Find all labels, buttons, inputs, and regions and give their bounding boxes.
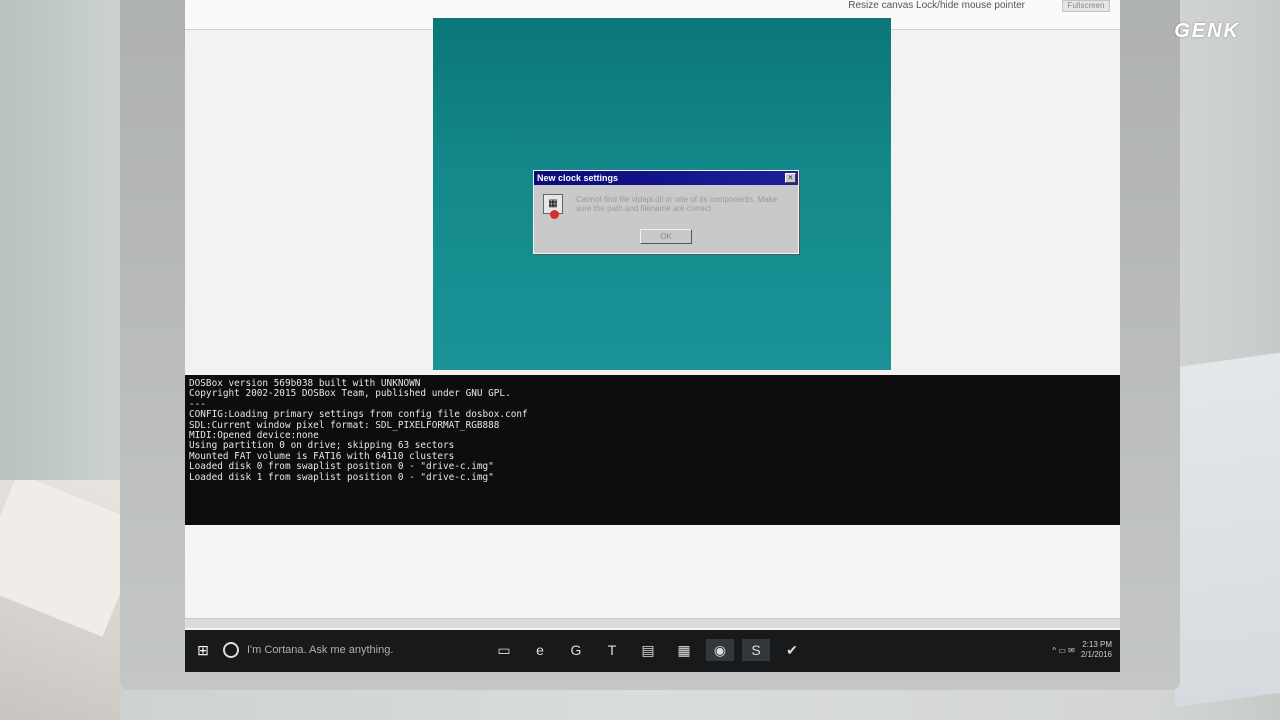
dialog-title: New clock settings: [534, 171, 798, 185]
file-explorer-icon[interactable]: ▤: [634, 639, 662, 661]
windows-start-icon[interactable]: ⊞: [191, 639, 215, 661]
error-dialog: New clock settings × ▦ Cannot find file …: [533, 170, 799, 254]
store-icon[interactable]: ▦: [670, 639, 698, 661]
paper-scrap: [0, 480, 120, 637]
console-line: Loaded disk 1 from swaplist position 0 -…: [189, 471, 494, 483]
system-tray: ^ ▭ ✉ 2:13 PM 2/1/2016: [992, 639, 1112, 661]
stop-icon: [550, 210, 559, 219]
chrome-icon[interactable]: ◉: [706, 639, 734, 661]
visual-studio-icon[interactable]: ✔: [778, 639, 806, 661]
warning-icon: ▦: [543, 194, 563, 219]
skype-icon[interactable]: S: [742, 639, 770, 661]
canvas-options[interactable]: Resize canvas Lock/hide mouse pointer: [848, 0, 1025, 11]
genk-logo: GENK: [1174, 20, 1240, 42]
clock-time: 2:13 PM: [1082, 640, 1112, 649]
emulator-canvas[interactable]: New clock settings × ▦ Cannot find file …: [433, 18, 891, 370]
console-line: SDL:Current window pixel format: SDL_PIX…: [189, 419, 500, 431]
gotv-icon[interactable]: G: [562, 639, 590, 661]
background-paper-right: [1175, 352, 1280, 708]
task-view-icon[interactable]: ▭: [490, 639, 518, 661]
cortana-icon: [223, 642, 239, 658]
windows-taskbar: ⊞ I'm Cortana. Ask me anything. ▭ e G T ▤ ▦ ◉ S…: [185, 630, 1120, 672]
monitor-screen: Resize canvas Lock/hide mouse pointer Fu…: [185, 0, 1120, 672]
background-paper: [0, 480, 120, 720]
page-body: [185, 525, 1120, 630]
t-app-icon[interactable]: T: [598, 639, 626, 661]
clock[interactable]: 2:13 PM 2/1/2016: [1081, 640, 1112, 660]
edge-icon[interactable]: e: [526, 639, 554, 661]
fullscreen-button[interactable]: Fullscreen: [1062, 0, 1110, 12]
dosbox-console: DOSBox version 569b038 built with UNKNOW…: [185, 375, 1120, 525]
tray-icons[interactable]: ^ ▭ ✉: [1052, 646, 1074, 655]
cortana-search[interactable]: I'm Cortana. Ask me anything.: [223, 639, 473, 661]
clock-date: 2/1/2016: [1080, 650, 1112, 659]
cortana-placeholder: I'm Cortana. Ask me anything.: [247, 644, 394, 656]
dialog-message: Cannot find file vtdapi.dll or one of it…: [576, 195, 777, 213]
console-line: Copyright 2002-2015 DOSBox Team, publish…: [189, 388, 511, 400]
horizontal-scrollbar[interactable]: [185, 618, 1120, 628]
close-button[interactable]: ×: [785, 173, 796, 183]
ok-button[interactable]: OK: [640, 229, 692, 244]
